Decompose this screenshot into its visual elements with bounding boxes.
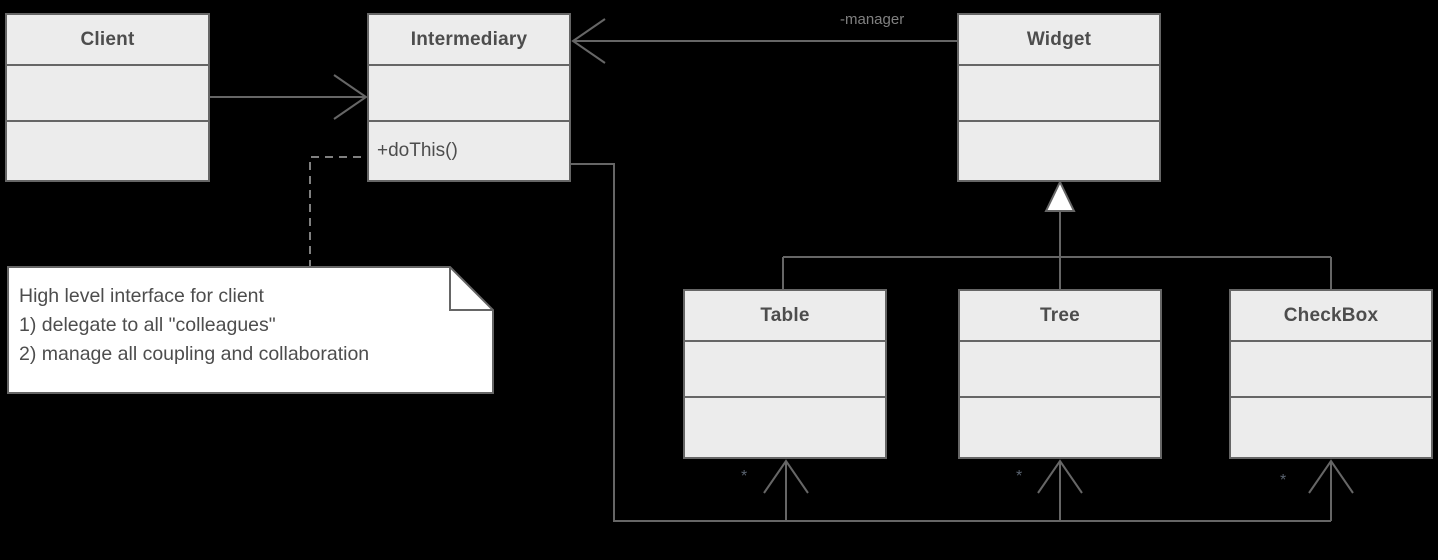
note-line-3: 2) manage all coupling and collaboration <box>19 343 370 365</box>
class-operations-table <box>685 398 885 457</box>
multiplicity-label-table: * <box>741 468 748 485</box>
multiplicity-label-checkbox: * <box>1280 472 1287 489</box>
class-box-widget[interactable]: Widget <box>957 13 1161 182</box>
class-box-table[interactable]: Table <box>683 289 887 459</box>
note-line-1: High level interface for client <box>19 285 264 307</box>
class-title-table: Table <box>685 291 885 342</box>
edge-note-to-intermediary <box>309 156 367 268</box>
class-operations-tree <box>960 398 1160 457</box>
uml-class-diagram: Client Intermediary +doThis() Widget Tab… <box>0 0 1438 560</box>
multiplicity-label-tree: * <box>1016 468 1023 485</box>
class-operations-widget <box>959 122 1159 180</box>
class-box-checkbox[interactable]: CheckBox <box>1229 289 1433 459</box>
class-title-checkbox: CheckBox <box>1231 291 1431 342</box>
class-operations-client <box>7 122 208 180</box>
note-box[interactable]: High level interface for client 1) deleg… <box>7 266 494 394</box>
class-attributes-tree <box>960 342 1160 398</box>
class-title-client: Client <box>7 15 208 66</box>
association-label-manager: -manager <box>840 11 905 28</box>
class-attributes-client <box>7 66 208 122</box>
class-title-widget: Widget <box>959 15 1159 66</box>
class-attributes-checkbox <box>1231 342 1431 398</box>
class-attributes-intermediary <box>369 66 569 122</box>
class-operations-checkbox <box>1231 398 1431 457</box>
class-attributes-table <box>685 342 885 398</box>
class-title-tree: Tree <box>960 291 1160 342</box>
class-box-tree[interactable]: Tree <box>958 289 1162 459</box>
edge-generalization-widget <box>782 179 1332 289</box>
class-title-intermediary: Intermediary <box>369 15 569 66</box>
edge-client-to-intermediary <box>210 74 368 120</box>
class-box-intermediary[interactable]: Intermediary +doThis() <box>367 13 571 182</box>
class-operations-intermediary: +doThis() <box>377 140 458 161</box>
class-attributes-widget <box>959 66 1159 122</box>
note-line-2: 1) delegate to all "colleagues" <box>19 314 276 336</box>
class-box-client[interactable]: Client <box>5 13 210 182</box>
